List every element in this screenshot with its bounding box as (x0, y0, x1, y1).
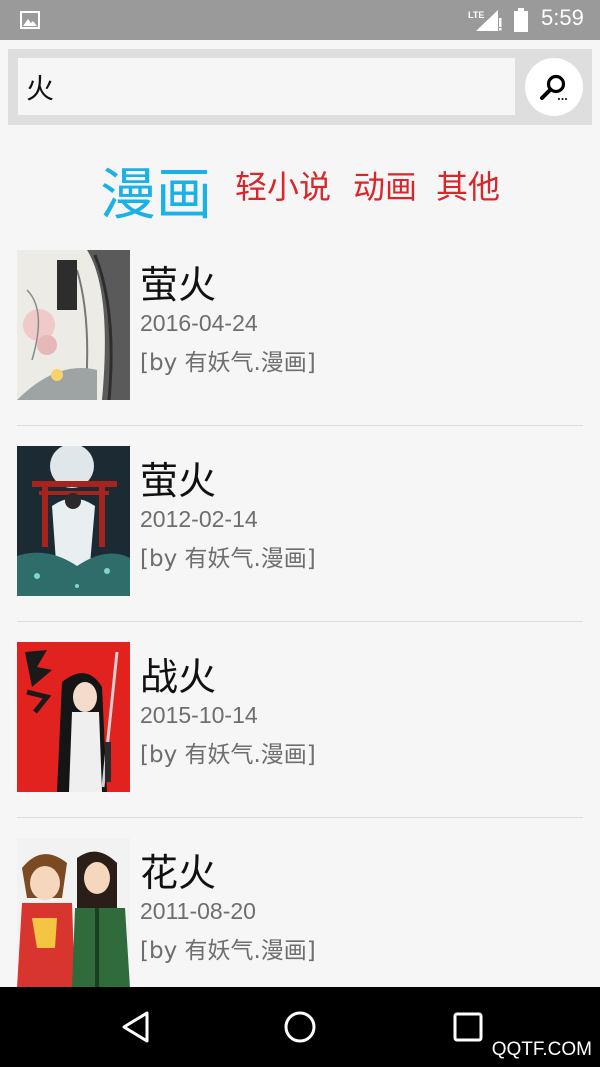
svg-text:LTE: LTE (468, 10, 484, 20)
result-source: [by 有妖气.漫画] (140, 938, 316, 964)
back-icon[interactable] (118, 1009, 154, 1045)
result-item[interactable]: 花火 2011-08-20 [by 有妖气.漫画] (0, 818, 600, 1014)
gallery-icon (20, 11, 40, 29)
cover-image-two-characters (17, 838, 130, 988)
category-tabs: 漫画 轻小说 动画 其他 (0, 148, 600, 228)
result-source: [by 有妖气.漫画] (140, 350, 316, 376)
result-date: 2015-10-14 (140, 702, 258, 728)
result-source: [by 有妖气.漫画] (140, 546, 316, 572)
battery-icon (514, 8, 528, 32)
search-panel (8, 49, 592, 125)
tab-other[interactable]: 其他 (436, 162, 500, 208)
result-title: 萤火 (140, 459, 217, 503)
status-bar: LTE 5:59 (0, 0, 600, 40)
cover-image-white-ink (17, 250, 130, 400)
search-icon (540, 74, 567, 100)
result-title: 花火 (140, 851, 217, 895)
lte-signal-icon: LTE (468, 10, 502, 31)
watermark-text: QQTF.COM (491, 1039, 592, 1060)
result-date: 2016-04-24 (140, 310, 258, 336)
result-title: 战火 (140, 655, 217, 699)
tab-anime[interactable]: 动画 (353, 162, 417, 208)
tab-light-novel[interactable]: 轻小说 (235, 162, 331, 208)
result-date: 2012-02-14 (140, 506, 258, 532)
tab-manga[interactable]: 漫画 (100, 150, 212, 231)
status-clock: 5:59 (541, 5, 584, 30)
screen: LTE 5:59 漫画 轻小说 动画 其他 (0, 0, 600, 1067)
cover-image-red-swordsman (17, 642, 130, 792)
recents-icon[interactable] (450, 1009, 486, 1045)
cover-image-night-torii (17, 446, 130, 596)
search-input[interactable] (18, 58, 515, 115)
result-item[interactable]: 萤火 2016-04-24 [by 有妖气.漫画] (0, 230, 600, 426)
home-icon[interactable] (282, 1009, 318, 1045)
result-item[interactable]: 战火 2015-10-14 [by 有妖气.漫画] (0, 622, 600, 818)
navigation-bar: QQTF.COM (0, 987, 600, 1067)
result-title: 萤火 (140, 263, 217, 307)
result-date: 2011-08-20 (140, 898, 256, 924)
result-source: [by 有妖气.漫画] (140, 742, 316, 768)
search-button[interactable] (525, 58, 583, 116)
result-item[interactable]: 萤火 2012-02-14 [by 有妖气.漫画] (0, 426, 600, 622)
